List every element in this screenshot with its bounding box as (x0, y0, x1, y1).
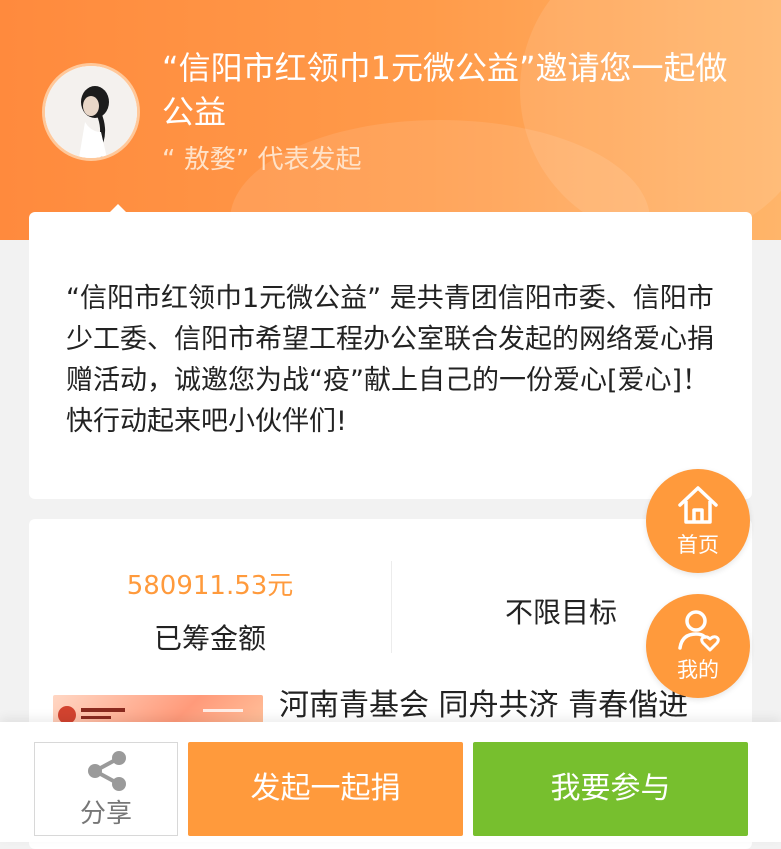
card-pointer (109, 204, 127, 213)
raised-amount: 580911.53元 (126, 571, 294, 601)
start-donation-button[interactable]: 发起一起捐 (188, 742, 463, 836)
share-button[interactable]: 分享 (34, 742, 178, 836)
raised-amount-label: 已筹金额 (153, 622, 266, 655)
page-title: “信阳市红领巾1元微公益”邀请您一起做公益 (162, 49, 728, 131)
home-label: 首页 (677, 533, 719, 557)
share-label: 分享 (79, 799, 132, 829)
avatar-portrait-icon (45, 66, 137, 158)
user-heart-icon (678, 610, 720, 652)
bottom-action-bar: 分享 发起一起捐 我要参与 (0, 722, 781, 842)
home-icon (678, 486, 718, 524)
mine-label: 我的 (677, 658, 719, 682)
home-button[interactable]: 首页 (646, 469, 750, 573)
initiator-text: “ 敖婺” 代表发起 (162, 145, 362, 175)
avatar[interactable] (42, 63, 140, 161)
description-card: “信阳市红领巾1元微公益” 是共青团信阳市委、信阳市少工委、信阳市希望工程办公室… (29, 204, 752, 499)
share-icon (88, 751, 126, 791)
mine-button[interactable]: 我的 (646, 594, 750, 698)
description-text: “信阳市红领巾1元微公益” 是共青团信阳市委、信阳市少工委、信阳市希望工程办公室… (66, 283, 714, 437)
join-button[interactable]: 我要参与 (473, 742, 748, 836)
